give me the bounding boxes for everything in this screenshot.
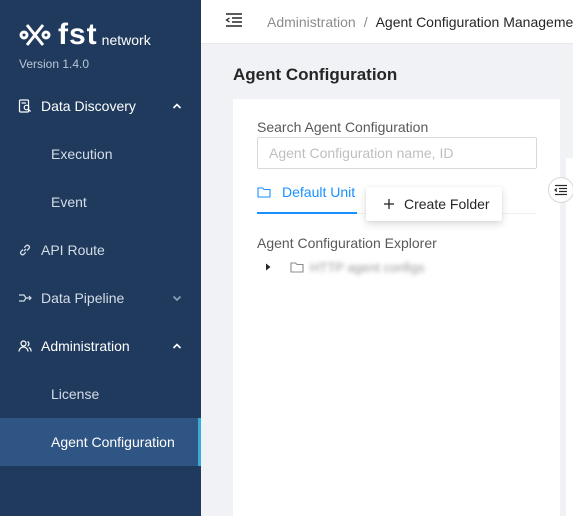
sidebar-item-agent-configuration[interactable]: Agent Configuration (0, 418, 201, 466)
logo-mark-icon (19, 24, 51, 46)
caret-right-icon[interactable] (264, 263, 272, 271)
detail-panel-edge (566, 158, 573, 516)
logo[interactable]: fst network (18, 18, 151, 52)
menu-fold-icon[interactable] (225, 12, 243, 28)
sidebar-item-event[interactable]: Event (0, 178, 201, 226)
folder-icon (257, 187, 271, 198)
sidebar-item-label: Data Pipeline (41, 290, 125, 306)
sidebar-item-api-route[interactable]: API Route (0, 226, 201, 274)
menu-fold-icon (554, 184, 567, 196)
sidebar-item-label: Event (51, 194, 87, 210)
tree-node[interactable]: HTTP agent configs (264, 258, 425, 276)
search-input[interactable] (257, 137, 537, 169)
breadcrumb-item-current: Agent Configuration Management (375, 14, 573, 30)
sidebar-item-execution[interactable]: Execution (0, 130, 201, 178)
page-title: Agent Configuration (233, 65, 398, 84)
tab-default-unit[interactable]: Default Unit (257, 183, 357, 214)
pipeline-icon (19, 294, 32, 302)
collapse-panel-button[interactable] (548, 177, 573, 203)
folder-icon (290, 262, 304, 273)
chevron-up-icon (172, 343, 182, 349)
sidebar-item-label: License (51, 386, 100, 402)
sidebar-item-label: Administration (41, 338, 130, 354)
user-group-icon (18, 340, 32, 352)
link-icon (19, 244, 31, 256)
create-folder-label: Create Folder (404, 196, 490, 212)
app-window: fst network Version 1.4.0 Data Discovery (0, 0, 573, 516)
sidebar-item-label: Agent Configuration (51, 434, 175, 450)
sidebar-item-administration[interactable]: Administration (0, 322, 201, 370)
explorer-label: Agent Configuration Explorer (257, 235, 437, 251)
tree-node-label: HTTP agent configs (310, 259, 425, 275)
sidebar-item-label: Execution (51, 146, 113, 162)
breadcrumb-separator: / (363, 14, 368, 30)
sidebar-item-data-pipeline[interactable]: Data Pipeline (0, 274, 201, 322)
version-label: Version 1.4.0 (19, 57, 90, 71)
chevron-down-icon (172, 295, 182, 302)
breadcrumb-item-administration[interactable]: Administration (267, 14, 356, 30)
sidebar: fst network Version 1.4.0 Data Discovery (0, 0, 201, 516)
sidebar-item-label: API Route (41, 242, 105, 258)
sidebar-item-data-discovery[interactable]: Data Discovery (0, 82, 201, 130)
sidebar-item-license[interactable]: License (0, 370, 201, 418)
top-header: Administration / Agent Configuration Manag… (201, 0, 573, 44)
logo-text-main: fst (58, 18, 98, 51)
sidebar-item-label: Data Discovery (41, 98, 136, 114)
breadcrumb: Administration / Agent Configuration Manag… (267, 14, 573, 30)
create-folder-menu-item[interactable]: Create Folder (366, 187, 502, 221)
chevron-up-icon (172, 103, 182, 109)
plus-icon (384, 199, 394, 209)
search-doc-icon (18, 99, 32, 113)
sidebar-menu: Data Discovery Execution Event API Route… (0, 82, 201, 466)
search-label: Search Agent Configuration (257, 119, 429, 135)
logo-text-sub: network (101, 32, 151, 48)
tab-label: Default Unit (282, 184, 356, 200)
